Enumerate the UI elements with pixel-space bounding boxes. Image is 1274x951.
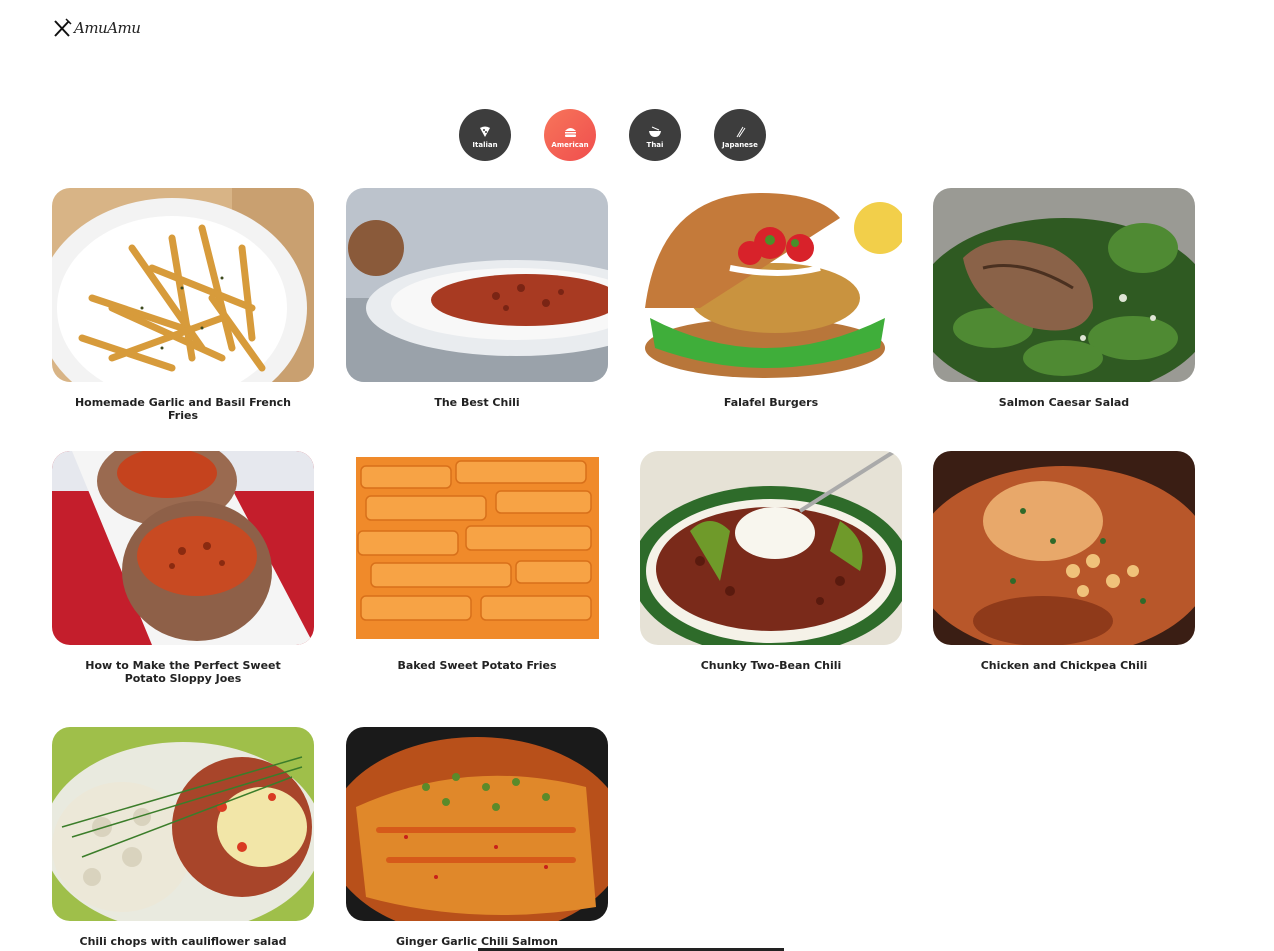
recipe-image-falafel-burger [640, 188, 902, 382]
recipe-title: Salmon Caesar Salad [998, 396, 1130, 409]
recipe-title: How to Make the Perfect Sweet Potato Slo… [85, 659, 281, 685]
recipe-title: Chunky Two-Bean Chili [700, 659, 842, 672]
recipe-image-french-fries [52, 188, 314, 382]
recipe-title: Homemade Garlic and Basil French Fries [74, 396, 292, 422]
cuisine-japanese-button[interactable]: Japanese [714, 109, 766, 161]
recipe-card[interactable]: The Best Chili [346, 188, 608, 409]
cuisine-italian-button[interactable]: Italian [459, 109, 511, 161]
recipe-image-ginger-garlic-salmon [346, 727, 608, 921]
chopsticks-icon [734, 125, 746, 139]
recipe-title: Falafel Burgers [723, 396, 819, 409]
recipe-card[interactable]: Chili chops with cauliflower salad [52, 727, 314, 948]
recipe-card[interactable]: How to Make the Perfect Sweet Potato Slo… [52, 451, 314, 685]
cuisine-american-button[interactable]: American [544, 109, 596, 161]
bowl-icon [648, 125, 662, 139]
recipe-image-salmon-salad [933, 188, 1195, 382]
fork-knife-icon [52, 18, 72, 38]
recipe-card[interactable]: Chunky Two-Bean Chili [640, 451, 902, 672]
cuisine-label: Japanese [722, 141, 758, 149]
recipe-title: Chicken and Chickpea Chili [980, 659, 1148, 672]
cuisine-label: Thai [646, 141, 664, 149]
pizza-icon [479, 125, 491, 139]
recipe-card[interactable]: Chicken and Chickpea Chili [933, 451, 1195, 672]
recipe-card[interactable]: Falafel Burgers [640, 188, 902, 409]
cuisine-label: American [551, 141, 589, 149]
recipe-image-chicken-chickpea-chili [933, 451, 1195, 645]
recipe-image-chili [346, 188, 608, 382]
cuisine-label: Italian [472, 141, 498, 149]
recipe-title: The Best Chili [434, 396, 520, 409]
recipe-card[interactable]: Homemade Garlic and Basil French Fries [52, 188, 314, 422]
recipe-image-two-bean-chili [640, 451, 902, 645]
burger-icon [564, 125, 577, 139]
recipe-title: Chili chops with cauliflower salad [79, 935, 287, 948]
cuisine-thai-button[interactable]: Thai [629, 109, 681, 161]
recipe-card[interactable]: Salmon Caesar Salad [933, 188, 1195, 409]
recipe-card[interactable]: Baked Sweet Potato Fries [346, 451, 608, 672]
recipe-image-chili-chops [52, 727, 314, 921]
recipe-title: Baked Sweet Potato Fries [397, 659, 557, 672]
logo-text: AmuAmu [74, 19, 141, 37]
recipe-card[interactable]: Ginger Garlic Chili Salmon [346, 727, 608, 948]
cuisine-filter: Italian American Thai Japanese [459, 109, 766, 161]
recipe-image-sweet-potato-fries [346, 451, 608, 645]
recipe-image-sweet-potato-sloppy-joes [52, 451, 314, 645]
recipe-title: Ginger Garlic Chili Salmon [396, 935, 558, 948]
app-logo[interactable]: AmuAmu [52, 18, 141, 38]
